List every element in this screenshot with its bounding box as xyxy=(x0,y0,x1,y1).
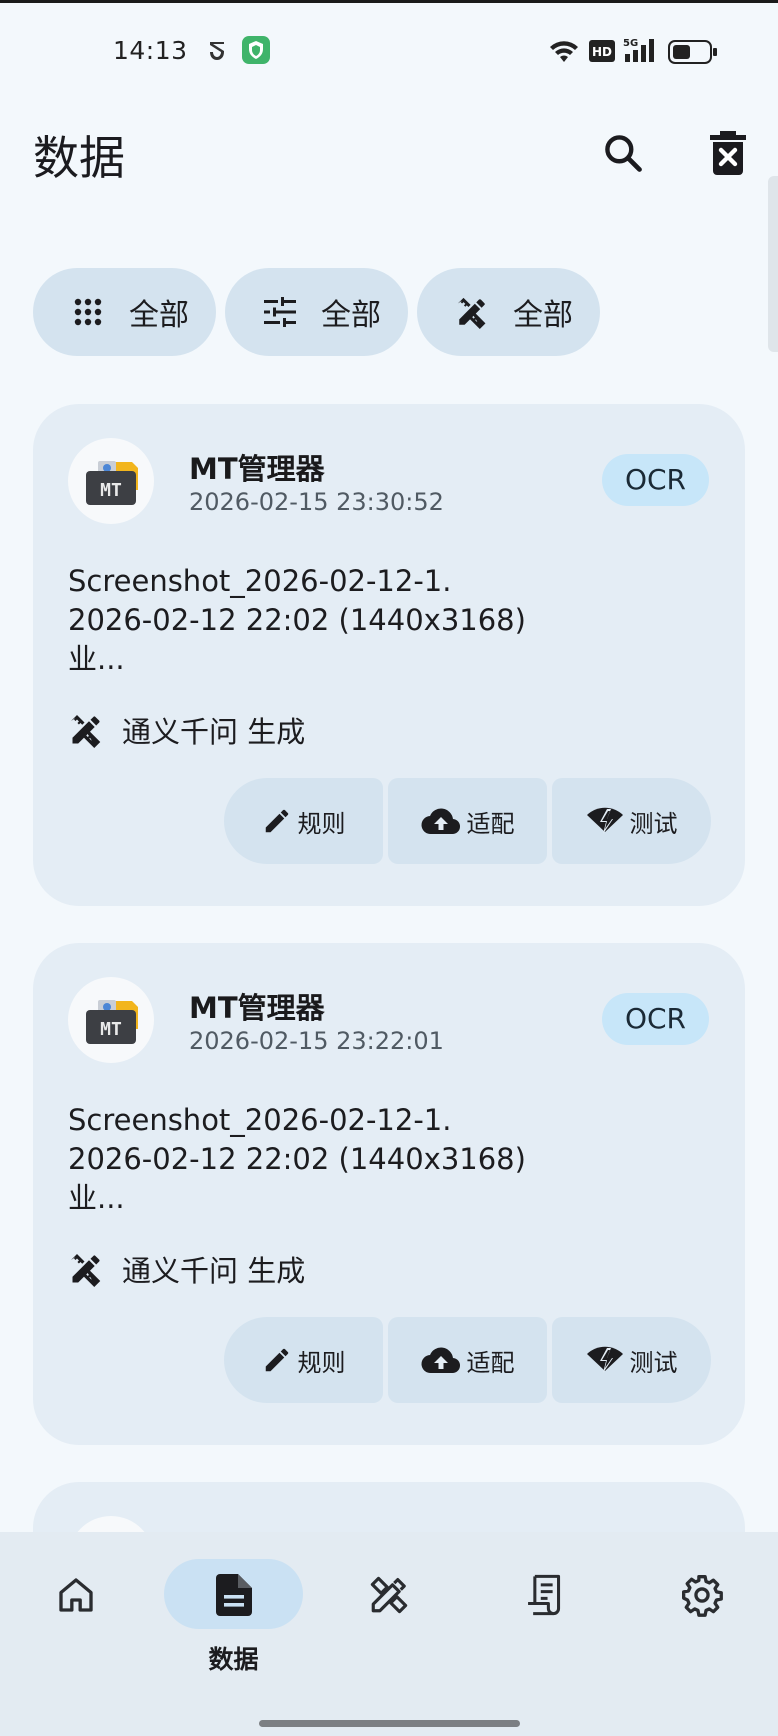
design-tools-icon xyxy=(71,1254,101,1287)
nav-home[interactable] xyxy=(40,1560,112,1630)
home-indicator[interactable] xyxy=(259,1720,520,1727)
status-bar: 14:13 HD 5G xyxy=(0,30,778,76)
edit-icon xyxy=(265,1348,288,1372)
filter-chip-all-apps[interactable]: 全部 xyxy=(33,268,216,356)
home-icon xyxy=(59,1578,93,1612)
nav-settings[interactable] xyxy=(666,1560,738,1630)
apps-grid-icon xyxy=(71,295,105,329)
shield-app-icon xyxy=(242,36,270,68)
model-label: 通义千问 生成 xyxy=(122,1254,306,1288)
scrollbar[interactable] xyxy=(768,176,778,352)
design-tools-icon xyxy=(455,295,489,329)
signal-5g-icon: 5G xyxy=(623,36,659,68)
record-text-line: Screenshot_2026-02-12-1. xyxy=(68,564,452,598)
record-card[interactable]: MT MT管理器 2026-02-15 23:22:01 OCR Screens… xyxy=(33,943,745,1445)
screen-top-edge xyxy=(0,0,778,3)
record-timestamp: 2026-02-15 23:22:01 xyxy=(189,1027,444,1055)
record-text-line: Screenshot_2026-02-12-1. xyxy=(68,1103,452,1137)
hd-icon: HD xyxy=(589,40,615,66)
record-text-line: 2026-02-12 22:02 (1440x3168) xyxy=(68,603,526,637)
bottom-navigation: 数据 xyxy=(0,1532,778,1736)
record-card[interactable]: MT MT管理器 2026-02-15 23:30:52 OCR Screens… xyxy=(33,404,745,906)
svg-text:HD: HD xyxy=(592,45,612,59)
status-time: 14:13 xyxy=(113,36,188,65)
nav-data-label: 数据 xyxy=(208,1645,259,1674)
svg-text:MT: MT xyxy=(100,1019,122,1040)
svg-text:MT: MT xyxy=(100,480,122,501)
app-avatar: MT xyxy=(68,977,154,1063)
design-tools-icon xyxy=(71,715,101,748)
adapt-button[interactable]: 适配 xyxy=(388,1317,547,1403)
record-type-badge: OCR xyxy=(601,993,709,1045)
cloud-upload-icon xyxy=(420,1347,460,1374)
record-text-line: 2026-02-12 22:02 (1440x3168) xyxy=(68,1142,526,1176)
record-text-line: 业... xyxy=(68,642,125,676)
receipt-icon xyxy=(528,1574,561,1616)
edit-icon xyxy=(265,809,288,833)
svg-text:5G: 5G xyxy=(623,38,638,49)
tune-icon xyxy=(263,295,297,329)
record-text-line: 业... xyxy=(68,1181,125,1215)
record-text: Screenshot_2026-02-12-1. 2026-02-12 22:0… xyxy=(68,1101,526,1218)
record-type-badge: OCR xyxy=(601,454,709,506)
model-info: 通义千问 生成 xyxy=(68,1249,305,1289)
filter-chip-all-types[interactable]: 全部 xyxy=(225,268,408,356)
wifi-icon xyxy=(548,38,580,68)
nav-data[interactable] xyxy=(164,1560,303,1630)
network-test-icon xyxy=(586,807,623,834)
search-button[interactable] xyxy=(598,128,648,178)
battery-icon xyxy=(668,40,718,68)
rule-button[interactable]: 规则 xyxy=(224,1317,383,1403)
design-tools-icon xyxy=(370,1576,408,1614)
vpn-icon xyxy=(205,38,229,68)
cloud-upload-icon xyxy=(420,808,460,835)
delete-icon xyxy=(710,131,746,175)
record-timestamp: 2026-02-15 23:30:52 xyxy=(189,488,444,516)
delete-all-button[interactable] xyxy=(703,128,753,178)
page-title: 数据 xyxy=(33,131,125,185)
settings-icon xyxy=(682,1575,723,1617)
nav-models[interactable] xyxy=(353,1560,425,1630)
document-icon xyxy=(215,1574,252,1616)
filter-chip-label: 全部 xyxy=(513,298,573,333)
adapt-button[interactable]: 适配 xyxy=(388,778,547,864)
filter-chip-label: 全部 xyxy=(321,298,381,333)
model-info: 通义千问 生成 xyxy=(68,710,305,750)
filter-chip-all-models[interactable]: 全部 xyxy=(417,268,600,356)
test-button[interactable]: 测试 xyxy=(552,1317,711,1403)
network-test-icon xyxy=(586,1346,623,1373)
filter-chip-label: 全部 xyxy=(129,298,189,333)
app-name: MT管理器 xyxy=(189,991,325,1025)
record-text: Screenshot_2026-02-12-1. 2026-02-12 22:0… xyxy=(68,562,526,679)
nav-logs[interactable] xyxy=(509,1560,581,1630)
app-avatar: MT xyxy=(68,438,154,524)
search-icon xyxy=(605,135,642,172)
test-button[interactable]: 测试 xyxy=(552,778,711,864)
app-name: MT管理器 xyxy=(189,452,325,486)
model-label: 通义千问 生成 xyxy=(122,715,306,749)
rule-button[interactable]: 规则 xyxy=(224,778,383,864)
